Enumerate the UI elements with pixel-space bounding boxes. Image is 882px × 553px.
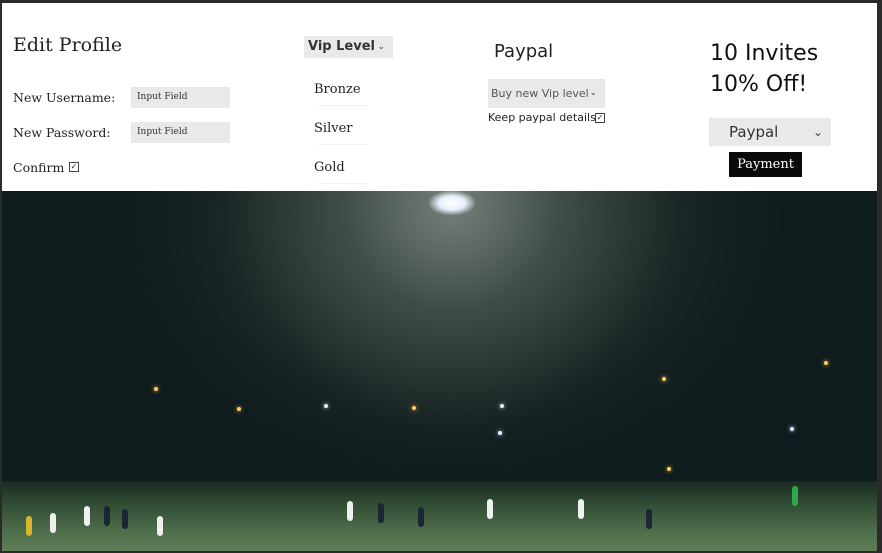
soccer-field bbox=[2, 481, 877, 551]
distant-light bbox=[790, 427, 794, 431]
distant-light bbox=[498, 431, 502, 435]
player bbox=[646, 509, 652, 529]
player bbox=[84, 506, 90, 526]
player bbox=[26, 516, 32, 536]
buy-vip-level-select[interactable]: Buy new Vip level ⌄ bbox=[488, 79, 605, 108]
player bbox=[157, 516, 163, 536]
player bbox=[418, 507, 424, 527]
page-title: Edit Profile bbox=[13, 34, 123, 56]
check-icon: ✓ bbox=[596, 113, 604, 122]
divider bbox=[318, 183, 368, 184]
vip-option-gold[interactable]: Gold bbox=[314, 160, 345, 175]
player bbox=[487, 499, 493, 519]
player bbox=[122, 509, 128, 529]
payment-button[interactable]: Payment bbox=[729, 152, 802, 177]
payment-method-label: Paypal bbox=[729, 123, 779, 141]
payment-method-select[interactable]: Paypal ⌄ bbox=[709, 118, 831, 146]
floodlight-beam bbox=[232, 191, 672, 491]
vip-option-bronze[interactable]: Bronze bbox=[314, 82, 361, 97]
invites-promo: 10 Invites 10% Off! bbox=[710, 38, 818, 100]
player bbox=[578, 499, 584, 519]
player bbox=[50, 513, 56, 533]
confirm-checkbox[interactable]: ✓ bbox=[69, 162, 79, 172]
stadium-night-photo bbox=[2, 191, 877, 551]
keep-paypal-checkbox[interactable]: ✓ bbox=[595, 113, 605, 123]
window: Edit Profile New Username: Input Field N… bbox=[0, 0, 882, 553]
paypal-title: Paypal bbox=[494, 41, 554, 62]
divider bbox=[318, 105, 368, 106]
edit-profile-panel: Edit Profile New Username: Input Field N… bbox=[2, 3, 877, 191]
username-label: New Username: bbox=[13, 90, 116, 105]
chevron-down-icon: ⌄ bbox=[589, 88, 597, 98]
vip-level-label: Vip Level bbox=[308, 39, 375, 54]
player bbox=[378, 503, 384, 523]
buy-vip-level-label: Buy new Vip level bbox=[491, 87, 589, 100]
distant-light bbox=[324, 404, 328, 408]
player bbox=[792, 486, 798, 506]
chevron-down-icon: ⌄ bbox=[812, 125, 823, 139]
password-label: New Password: bbox=[13, 125, 111, 140]
distant-light bbox=[824, 361, 828, 365]
promo-line-1: 10 Invites bbox=[710, 41, 819, 66]
divider bbox=[318, 144, 368, 145]
username-input[interactable]: Input Field bbox=[131, 87, 230, 108]
confirm-label: Confirm bbox=[13, 160, 65, 175]
player bbox=[104, 506, 110, 526]
check-icon: ✓ bbox=[70, 162, 78, 171]
distant-light bbox=[154, 387, 158, 391]
floodlight-icon bbox=[429, 191, 475, 215]
promo-line-2: 10% Off! bbox=[710, 72, 808, 97]
vip-option-silver[interactable]: Silver bbox=[314, 121, 352, 136]
player bbox=[347, 501, 353, 521]
distant-light bbox=[412, 406, 416, 410]
distant-light bbox=[667, 467, 671, 471]
vip-level-select[interactable]: Vip Level ⌄ bbox=[304, 36, 393, 58]
distant-light bbox=[237, 407, 241, 411]
password-input[interactable]: Input Field bbox=[131, 122, 230, 143]
chevron-down-icon: ⌄ bbox=[377, 42, 385, 52]
distant-light bbox=[662, 377, 666, 381]
keep-paypal-label: Keep paypal details bbox=[488, 111, 596, 124]
distant-light bbox=[500, 404, 504, 408]
